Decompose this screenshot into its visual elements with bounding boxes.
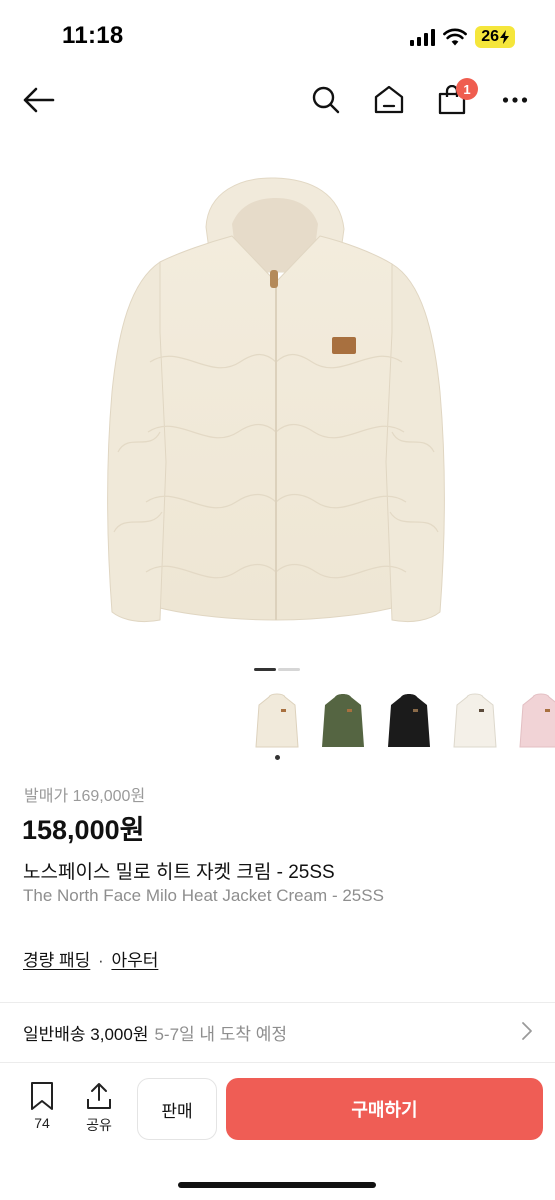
battery-level: 26 bbox=[481, 28, 499, 45]
cart-count-badge: 1 bbox=[456, 78, 478, 100]
product-jacket-image bbox=[107, 177, 445, 623]
shipping-fee: 일반배송 3,000원 bbox=[23, 1025, 149, 1044]
cellular-signal-icon bbox=[410, 28, 436, 46]
category-link-light-padding[interactable]: 경량 패딩 bbox=[23, 951, 90, 970]
jacket-ivory-thumbnail bbox=[453, 693, 497, 748]
jacket-khaki-thumbnail bbox=[322, 694, 364, 747]
bookmark-button[interactable]: 74 bbox=[28, 1081, 56, 1131]
variant-thumb-khaki[interactable] bbox=[312, 690, 374, 752]
product-title-korean: 노스페이스 밀로 히트 자켓 크림 - 25SS bbox=[23, 862, 335, 883]
variant-thumb-pink[interactable] bbox=[510, 690, 555, 752]
battery-indicator: 26 bbox=[475, 26, 515, 48]
original-price: 발매가 169,000원 bbox=[24, 788, 146, 805]
wifi-icon bbox=[443, 28, 468, 46]
shipping-eta: 5-7일 내 도착 예정 bbox=[154, 1025, 288, 1044]
home-button[interactable] bbox=[369, 80, 409, 120]
share-button[interactable]: 공유 bbox=[84, 1081, 114, 1135]
bookmark-count: 74 bbox=[34, 1115, 50, 1131]
shipping-text: 일반배송 3,000원 5-7일 내 도착 예정 bbox=[23, 1020, 287, 1045]
share-label: 공유 bbox=[86, 1117, 112, 1133]
status-icons: 26 bbox=[410, 26, 515, 48]
image-pager bbox=[254, 668, 300, 671]
product-image-carousel[interactable] bbox=[0, 132, 555, 662]
sale-price: 158,000원 bbox=[22, 815, 145, 845]
variant-thumb-cream[interactable] bbox=[246, 690, 308, 752]
status-time: 11:18 bbox=[62, 22, 124, 49]
search-icon bbox=[312, 86, 340, 114]
status-bar: 11:18 26 bbox=[0, 0, 555, 70]
home-icon bbox=[374, 85, 404, 114]
back-arrow-icon bbox=[23, 87, 55, 113]
share-icon bbox=[87, 1083, 111, 1109]
selected-variant-indicator bbox=[275, 755, 280, 760]
jacket-pink-thumbnail bbox=[519, 693, 555, 748]
color-variant-list bbox=[246, 690, 555, 752]
shipping-info-row[interactable]: 일반배송 3,000원 5-7일 내 도착 예정 bbox=[0, 1005, 555, 1060]
product-title-english: The North Face Milo Heat Jacket Cream - … bbox=[23, 886, 384, 905]
jacket-black-thumbnail bbox=[388, 694, 430, 747]
sell-button[interactable]: 판매 bbox=[137, 1078, 217, 1140]
buy-button[interactable]: 구매하기 bbox=[226, 1078, 543, 1140]
jacket-cream-thumbnail bbox=[255, 693, 299, 748]
search-button[interactable] bbox=[306, 80, 346, 120]
variant-thumb-ivory[interactable] bbox=[444, 690, 506, 752]
cart-button[interactable]: 1 bbox=[432, 78, 478, 120]
charging-bolt-icon bbox=[500, 30, 509, 44]
pager-dot-active bbox=[254, 668, 276, 671]
category-breadcrumb: 경량 패딩 · 아우터 bbox=[23, 946, 158, 971]
variant-thumb-black[interactable] bbox=[378, 690, 440, 752]
more-dots-icon bbox=[502, 97, 528, 103]
category-separator: · bbox=[98, 951, 104, 970]
top-navigation: 1 bbox=[0, 70, 555, 130]
back-button[interactable] bbox=[18, 80, 58, 120]
section-divider bbox=[0, 1002, 555, 1003]
home-indicator bbox=[178, 1182, 376, 1188]
bookmark-icon bbox=[31, 1082, 53, 1110]
bottom-action-bar: 74 공유 판매 구매하기 bbox=[0, 1062, 555, 1200]
more-options-button[interactable] bbox=[495, 80, 535, 120]
pager-dot bbox=[278, 668, 300, 671]
category-link-outer[interactable]: 아우터 bbox=[111, 951, 158, 970]
chevron-right-icon bbox=[522, 1022, 532, 1040]
